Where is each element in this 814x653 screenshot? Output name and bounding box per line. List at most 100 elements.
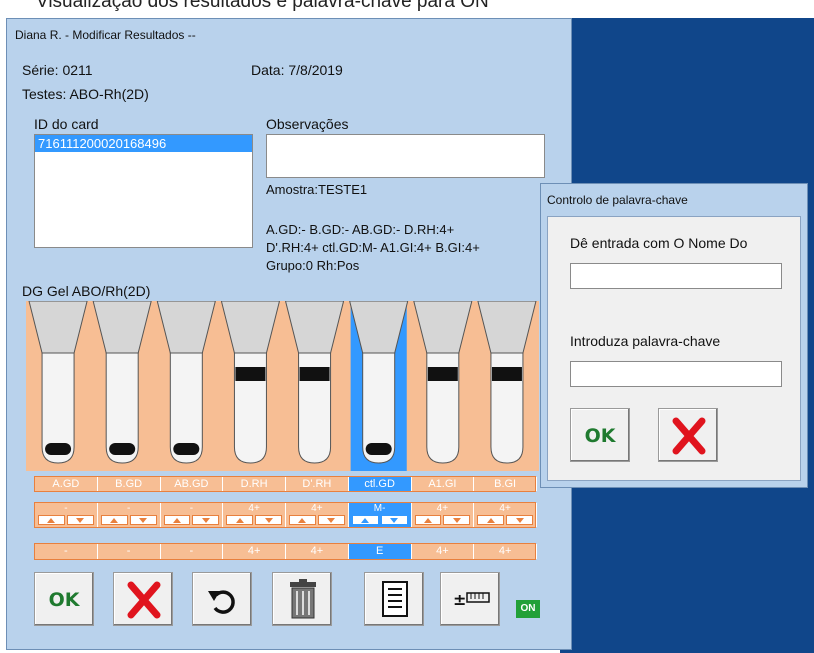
id-card-label: ID do card (34, 116, 99, 132)
column-name-7[interactable]: B.GI (474, 477, 537, 491)
ok-button[interactable]: OK (34, 572, 94, 626)
gel-funnel (92, 301, 152, 354)
reaction-cell: 4+ (474, 503, 537, 527)
reaction-value: 4+ (499, 503, 511, 514)
result-line-1: A.GD:- B.GD:- AB.GD:- D.RH:4+ (266, 222, 455, 237)
report-button[interactable] (364, 572, 424, 626)
reaction-value: M- (373, 503, 386, 514)
svg-text:±: ± (453, 590, 466, 609)
dialog-ok-button[interactable]: OK (570, 408, 630, 462)
final-result-cell: 4+ (412, 544, 475, 559)
dialog-ok-label: OK (584, 425, 616, 447)
column-name-3[interactable]: D.RH (223, 477, 286, 491)
column-name-4[interactable]: D'.RH (286, 477, 349, 491)
red-cell-band (109, 443, 136, 455)
amostra-label: Amostra:TESTE1 (266, 182, 368, 197)
column-name-1[interactable]: B.GD (98, 477, 161, 491)
up-arrow-icon[interactable] (351, 515, 379, 525)
down-arrow-icon[interactable] (129, 515, 157, 525)
reaction-value: 4+ (311, 503, 323, 514)
undo-icon (208, 590, 235, 614)
observacoes-field[interactable] (266, 134, 545, 178)
reaction-value: - (126, 503, 131, 514)
serie-label: Série: 0211 (22, 62, 93, 78)
password-input[interactable] (570, 361, 782, 387)
reaction-cell: - (98, 503, 161, 527)
red-cell-band (365, 443, 392, 455)
column-name-6[interactable]: A1.GI (412, 477, 475, 491)
reaction-row: - - - 4+ 4+ M- 4+ 4+ (34, 502, 537, 528)
down-arrow-icon[interactable] (506, 515, 533, 525)
dialog-title: Controlo de palavra-chave (547, 193, 688, 207)
gel-card (26, 301, 539, 471)
gel-tubes (28, 301, 537, 471)
dialog-cancel-button[interactable] (658, 408, 718, 462)
final-result-cell: - (161, 544, 224, 559)
final-row: - - -4+ 4+ E 4+ 4+ (34, 543, 537, 560)
result-line-2: D'.RH:4+ ctl.GD:M- A1.GI:4+ B.GI:4+ (266, 240, 480, 255)
up-arrow-icon[interactable] (477, 515, 505, 525)
down-arrow-icon[interactable] (443, 515, 471, 525)
reaction-cell: 4+ (286, 503, 349, 527)
adjust-icon: ± (453, 590, 490, 609)
reaction-cell: M- (348, 503, 412, 527)
reaction-stepper (100, 515, 157, 525)
down-arrow-icon[interactable] (66, 515, 94, 525)
final-result-cell: - (98, 544, 161, 559)
id-card-item[interactable]: 716111200020168496 (35, 135, 252, 152)
red-cell-band (299, 367, 330, 381)
reaction-stepper (38, 515, 94, 525)
down-arrow-icon[interactable] (380, 515, 408, 525)
result-line-3: Grupo:0 Rh:Pos (266, 258, 360, 273)
reaction-value: 4+ (436, 503, 449, 514)
window-title: Diana R. - Modificar Resultados -- (15, 28, 196, 42)
cancel-button[interactable] (113, 572, 173, 626)
up-arrow-icon[interactable] (100, 515, 128, 525)
undo-button[interactable] (192, 572, 252, 626)
name-input[interactable] (570, 263, 782, 289)
final-result-cell: - (35, 544, 98, 559)
password-label: Introduza palavra-chave (570, 333, 721, 349)
reaction-stepper (414, 515, 471, 525)
adjust-button[interactable]: ± (440, 572, 500, 626)
column-names-row: A.GD B.GD AB.GD D.RH D'.RH ctl.GD A1.GI B.GI (34, 476, 537, 492)
delete-button[interactable] (272, 572, 332, 626)
testes-label: Testes: ABO-Rh(2D) (22, 86, 149, 102)
dialog-cancel-icon (672, 417, 706, 455)
down-arrow-icon[interactable] (317, 515, 345, 525)
on-badge: ON (516, 600, 540, 618)
up-arrow-icon[interactable] (38, 515, 65, 525)
final-result-cell: E (348, 544, 412, 559)
observacoes-label: Observações (266, 116, 349, 132)
reaction-stepper (226, 515, 282, 525)
top-text-strip: Visualização dos resultados e palavra-ch… (0, 0, 814, 18)
gel-funnel (284, 301, 345, 354)
reaction-stepper (163, 515, 220, 525)
column-name-0[interactable]: A.GD (35, 477, 98, 491)
final-result-cell: 4+ (286, 544, 349, 559)
red-cell-band (173, 443, 200, 455)
up-arrow-icon[interactable] (163, 515, 191, 525)
up-arrow-icon[interactable] (226, 515, 254, 525)
name-label: Dê entrada com O Nome Do (570, 235, 748, 251)
gel-funnel (156, 301, 216, 354)
reaction-cell: - (35, 503, 98, 527)
down-arrow-icon[interactable] (192, 515, 220, 525)
gel-title: DG Gel ABO/Rh(2D) (22, 283, 151, 299)
reaction-value: - (189, 503, 194, 514)
column-name-5[interactable]: ctl.GD (348, 477, 412, 491)
trash-icon (290, 579, 316, 619)
up-arrow-icon[interactable] (289, 515, 316, 525)
up-arrow-icon[interactable] (414, 515, 442, 525)
id-card-list[interactable]: 716111200020168496 (34, 134, 253, 248)
final-result-cell: 4+ (474, 544, 537, 559)
report-icon (382, 581, 408, 617)
ok-label: OK (48, 589, 80, 611)
reaction-cell: 4+ (412, 503, 475, 527)
data-label: Data: 7/8/2019 (251, 62, 343, 78)
reaction-cell: - (161, 503, 224, 527)
gel-funnel (28, 301, 88, 354)
gel-funnel (220, 301, 281, 354)
column-name-2[interactable]: AB.GD (161, 477, 224, 491)
down-arrow-icon[interactable] (255, 515, 282, 525)
